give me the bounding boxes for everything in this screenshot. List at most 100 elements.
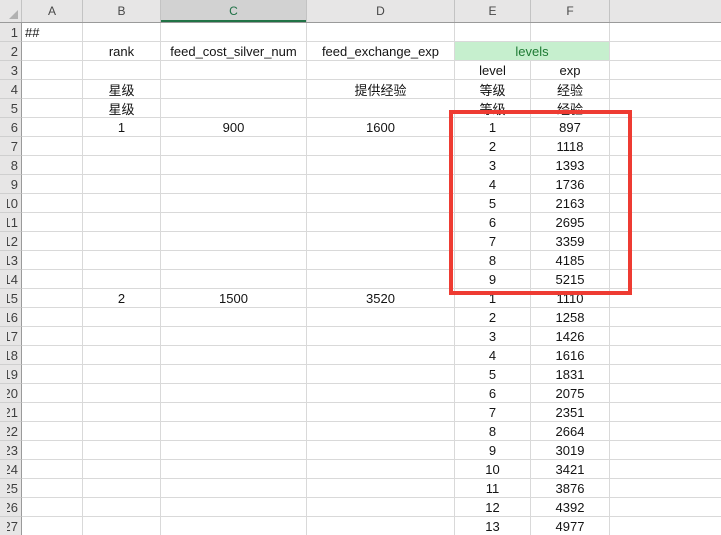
cell-E20[interactable]: 6 [455, 384, 531, 403]
cell-D1[interactable] [307, 23, 455, 42]
cell-D27[interactable] [307, 517, 455, 535]
row-header-14[interactable]: 14 [0, 270, 22, 289]
cell-B24[interactable] [83, 460, 161, 479]
cell-D24[interactable] [307, 460, 455, 479]
row-header-27[interactable]: 27 [0, 517, 22, 535]
cell-E19[interactable]: 5 [455, 365, 531, 384]
cell-C18[interactable] [161, 346, 307, 365]
cell-A21[interactable] [22, 403, 83, 422]
cell-F14[interactable]: 5215 [531, 270, 610, 289]
cell-F22[interactable]: 2664 [531, 422, 610, 441]
cell-A9[interactable] [22, 175, 83, 194]
row-header-3[interactable]: 3 [0, 61, 22, 80]
row-header-10[interactable]: 10 [0, 194, 22, 213]
cell-C4[interactable] [161, 80, 307, 99]
cell-E25[interactable]: 11 [455, 479, 531, 498]
cell-F20[interactable]: 2075 [531, 384, 610, 403]
cell-A15[interactable] [22, 289, 83, 308]
select-all-corner[interactable] [0, 0, 22, 22]
cell-E24[interactable]: 10 [455, 460, 531, 479]
row-header-6[interactable]: 6 [0, 118, 22, 137]
cell-B15[interactable]: 2 [83, 289, 161, 308]
cell-B18[interactable] [83, 346, 161, 365]
cell-B6[interactable]: 1 [83, 118, 161, 137]
cell-D26[interactable] [307, 498, 455, 517]
cell-E17[interactable]: 3 [455, 327, 531, 346]
cell-C7[interactable] [161, 137, 307, 156]
cell-G16[interactable] [610, 308, 721, 327]
cell-G27[interactable] [610, 517, 721, 535]
cell-A4[interactable] [22, 80, 83, 99]
cell-E10[interactable]: 5 [455, 194, 531, 213]
cell-E15[interactable]: 1 [455, 289, 531, 308]
row-header-8[interactable]: 8 [0, 156, 22, 175]
cell-B25[interactable] [83, 479, 161, 498]
cell-D2[interactable]: feed_exchange_exp [307, 42, 455, 61]
cell-E18[interactable]: 4 [455, 346, 531, 365]
cell-E11[interactable]: 6 [455, 213, 531, 232]
cell-B16[interactable] [83, 308, 161, 327]
cell-E21[interactable]: 7 [455, 403, 531, 422]
cell-E3[interactable]: level [455, 61, 531, 80]
cell-A20[interactable] [22, 384, 83, 403]
cell-F13[interactable]: 4185 [531, 251, 610, 270]
cell-A10[interactable] [22, 194, 83, 213]
cell-D14[interactable] [307, 270, 455, 289]
cell-A24[interactable] [22, 460, 83, 479]
cell-G26[interactable] [610, 498, 721, 517]
column-header-empty[interactable] [610, 0, 721, 22]
cell-D16[interactable] [307, 308, 455, 327]
row-header-1[interactable]: 1 [0, 23, 22, 42]
cell-C9[interactable] [161, 175, 307, 194]
cell-A13[interactable] [22, 251, 83, 270]
cell-B8[interactable] [83, 156, 161, 175]
cell-B9[interactable] [83, 175, 161, 194]
cell-D7[interactable] [307, 137, 455, 156]
cell-B2[interactable]: rank [83, 42, 161, 61]
cell-B20[interactable] [83, 384, 161, 403]
cell-F8[interactable]: 1393 [531, 156, 610, 175]
cell-C26[interactable] [161, 498, 307, 517]
cell-C8[interactable] [161, 156, 307, 175]
row-header-24[interactable]: 24 [0, 460, 22, 479]
row-header-21[interactable]: 21 [0, 403, 22, 422]
cell-F7[interactable]: 1118 [531, 137, 610, 156]
cell-F21[interactable]: 2351 [531, 403, 610, 422]
cell-A8[interactable] [22, 156, 83, 175]
cell-A27[interactable] [22, 517, 83, 535]
cell-C27[interactable] [161, 517, 307, 535]
cell-C19[interactable] [161, 365, 307, 384]
cell-E16[interactable]: 2 [455, 308, 531, 327]
cell-C13[interactable] [161, 251, 307, 270]
cell-C20[interactable] [161, 384, 307, 403]
cell-C21[interactable] [161, 403, 307, 422]
cell-E9[interactable]: 4 [455, 175, 531, 194]
cell-B21[interactable] [83, 403, 161, 422]
column-header-E[interactable]: E [455, 0, 531, 22]
cell-A5[interactable] [22, 99, 83, 118]
cell-G21[interactable] [610, 403, 721, 422]
cell-E27[interactable]: 13 [455, 517, 531, 535]
cell-F17[interactable]: 1426 [531, 327, 610, 346]
cell-A16[interactable] [22, 308, 83, 327]
cell-B22[interactable] [83, 422, 161, 441]
cell-F24[interactable]: 3421 [531, 460, 610, 479]
cell-D6[interactable]: 1600 [307, 118, 455, 137]
cell-E7[interactable]: 2 [455, 137, 531, 156]
row-header-19[interactable]: 19 [0, 365, 22, 384]
cell-G5[interactable] [610, 99, 721, 118]
cell-B1[interactable] [83, 23, 161, 42]
cell-F19[interactable]: 1831 [531, 365, 610, 384]
cell-C14[interactable] [161, 270, 307, 289]
row-header-2[interactable]: 2 [0, 42, 22, 61]
cell-A26[interactable] [22, 498, 83, 517]
cell-F12[interactable]: 3359 [531, 232, 610, 251]
cell-F16[interactable]: 1258 [531, 308, 610, 327]
cell-C10[interactable] [161, 194, 307, 213]
cell-B5[interactable]: 星级 [83, 99, 161, 118]
cell-D20[interactable] [307, 384, 455, 403]
cell-F23[interactable]: 3019 [531, 441, 610, 460]
cell-D9[interactable] [307, 175, 455, 194]
cell-D10[interactable] [307, 194, 455, 213]
cell-G15[interactable] [610, 289, 721, 308]
